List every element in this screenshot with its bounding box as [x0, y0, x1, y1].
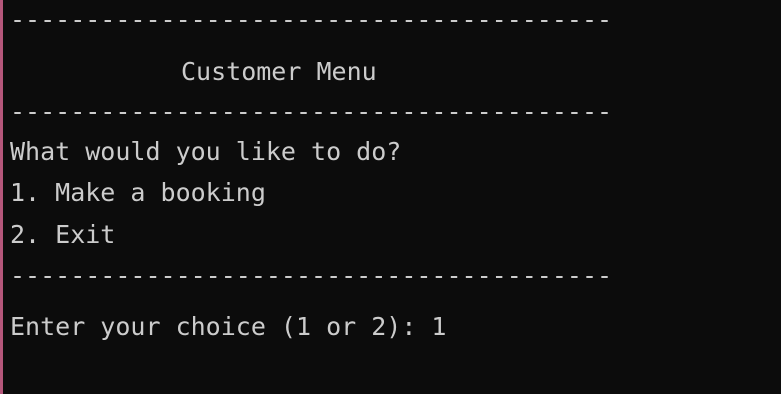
menu-option-exit: 2. Exit: [10, 220, 116, 249]
menu-title: Customer Menu: [181, 57, 377, 86]
menu-option-booking: 1. Make a booking: [10, 178, 266, 207]
separator-bottom: ----------------------------------------: [10, 261, 613, 290]
separator-top: ----------------------------------------: [10, 5, 613, 34]
terminal-window[interactable]: ----------------------------------------…: [0, 0, 781, 394]
input-prompt-line[interactable]: Enter your choice (1 or 2): 1: [10, 313, 447, 341]
separator-mid: ----------------------------------------: [10, 97, 613, 126]
window-edge: [0, 0, 3, 394]
menu-prompt: What would you like to do?: [10, 137, 402, 166]
